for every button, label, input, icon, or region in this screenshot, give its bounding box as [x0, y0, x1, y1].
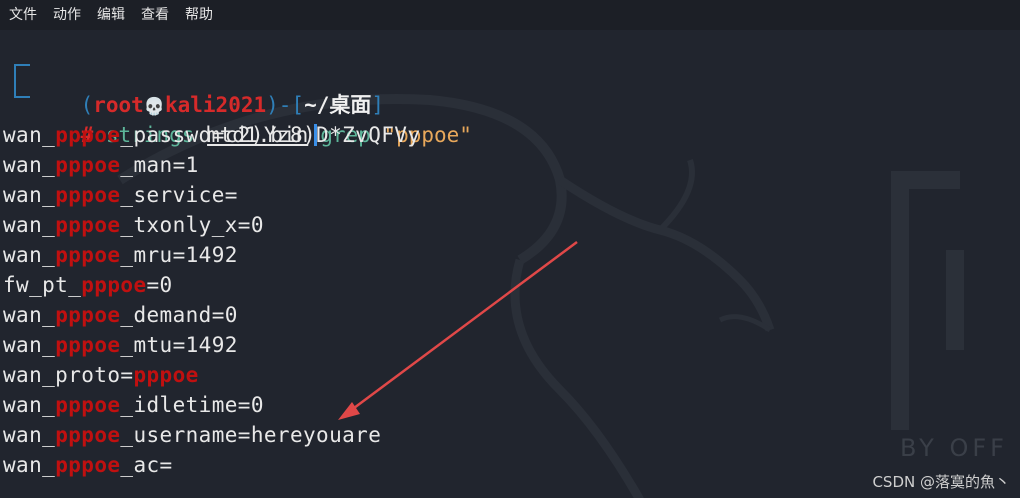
output-line: wan_proto=pppoe — [3, 363, 199, 387]
terminal-area[interactable]: BY OFF (root💀kali2021)-[~/桌面] # strings … — [0, 30, 1020, 498]
output-line: wan_pppoe_mru=1492 — [3, 243, 238, 267]
watermark: CSDN @落寞的魚丶 — [872, 473, 1010, 491]
output-line: wan_pppoe_idletime=0 — [3, 393, 264, 417]
output-line: wan_pppoe_service= — [3, 183, 238, 207]
output-line: wan_pppoe_demand=0 — [3, 303, 238, 327]
output-line: wan_pppoe_ac= — [3, 453, 173, 477]
annotation-arrow-head — [338, 402, 360, 420]
menu-help[interactable]: 帮助 — [176, 0, 220, 30]
output-line: wan_pppoe_txonly_x=0 — [3, 213, 264, 237]
output-line: wan_pppoe_man=1 — [3, 153, 199, 177]
output-line: wan_pppoe_username=hereyouare — [3, 423, 382, 447]
prompt-corner-bottom — [14, 80, 30, 98]
menubar: 文件 动作 编辑 查看 帮助 — [0, 0, 1020, 30]
menu-edit[interactable]: 编辑 — [88, 0, 132, 30]
output-line: fw_pt_pppoe=0 — [3, 273, 173, 297]
output-line: wan_pppoe_mtu=1492 — [3, 333, 238, 357]
output-line: wan_pppoe_passwd=c2)Yz8)D*ZvQFVy — [3, 123, 421, 147]
brand-text: BY OFF — [900, 434, 1008, 462]
menu-actions[interactable]: 动作 — [44, 0, 88, 30]
menu-file[interactable]: 文件 — [0, 0, 44, 30]
menu-view[interactable]: 查看 — [132, 0, 176, 30]
annotation-arrow-line — [349, 240, 578, 413]
